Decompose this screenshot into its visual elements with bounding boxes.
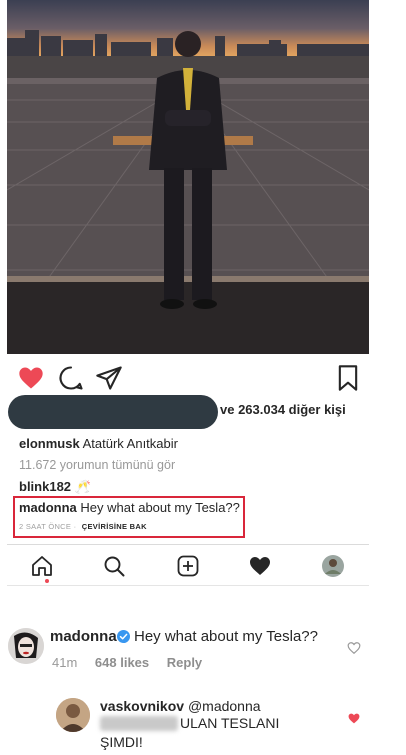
redacted-text-overlay	[100, 716, 178, 731]
reply-user-avatar-icon	[56, 698, 90, 732]
reply-text-continued: ŞIMDI!	[100, 734, 143, 750]
like-heart-filled-icon[interactable]	[17, 364, 45, 392]
comment-author[interactable]: madonna	[50, 628, 117, 645]
reply-like-filled-icon[interactable]	[347, 712, 361, 725]
comment-likes[interactable]: 648 likes	[95, 655, 149, 670]
comment-item: blink182 🥂	[19, 479, 91, 495]
likes-count[interactable]: ve 263.034 diğer kişi	[220, 402, 346, 417]
add-icon[interactable]	[176, 554, 200, 578]
photo-illustration	[7, 30, 369, 354]
heart-icon[interactable]	[248, 554, 272, 578]
see-translation-link[interactable]: ÇEVİRİSİNE BAK	[82, 522, 147, 531]
view-all-comments-link[interactable]: 11.672 yorumun tümünü gör	[19, 458, 175, 472]
comment-timestamp: 2 SAAT ÖNCE ·	[19, 522, 77, 531]
search-icon[interactable]	[102, 554, 126, 578]
comment-item-highlighted: madonna Hey what about my Tesla??	[19, 500, 240, 515]
caption-text: Atatürk Anıtkabir	[82, 436, 178, 451]
caption-username[interactable]: elonmusk	[19, 436, 80, 451]
comment-text: Hey what about my Tesla??	[134, 628, 318, 645]
redacted-likers-overlay	[8, 395, 218, 429]
home-icon[interactable]	[30, 554, 54, 578]
post-caption: elonmusk Atatürk Anıtkabir	[19, 436, 178, 451]
comment-icon[interactable]	[57, 364, 85, 392]
madonna-avatar-icon	[8, 628, 44, 664]
comment-time: 41m	[52, 655, 78, 670]
reply-username[interactable]: vaskovnikov	[100, 698, 184, 714]
profile-icon[interactable]	[321, 554, 345, 578]
share-direct-icon[interactable]	[95, 364, 123, 392]
comment-text: Hey what about my Tesla??	[80, 500, 240, 515]
reply-mention[interactable]: @madonna	[188, 698, 261, 714]
comment-username[interactable]: blink182	[19, 479, 71, 494]
avatar[interactable]	[8, 628, 44, 664]
comment-username[interactable]: madonna	[19, 500, 77, 515]
bookmark-icon[interactable]	[334, 364, 362, 392]
avatar[interactable]	[56, 698, 90, 732]
reply-text: ULAN TESLANI	[180, 715, 280, 731]
active-tab-indicator	[45, 579, 49, 583]
reply-button[interactable]: Reply	[167, 655, 202, 670]
bottom-tab-bar	[7, 544, 369, 586]
reply-author: vaskovnikov @madonna	[100, 698, 261, 714]
comment-text: 🥂	[74, 479, 91, 494]
verified-badge-icon	[117, 630, 130, 643]
comment-like-outline-icon[interactable]	[347, 641, 361, 655]
comment-meta: 41m 648 likes Reply	[52, 655, 216, 670]
comment-meta: 2 SAAT ÖNCE · ÇEVİRİSİNE BAK	[19, 522, 147, 531]
post-photo[interactable]	[7, 0, 369, 354]
post-action-bar	[0, 360, 406, 392]
